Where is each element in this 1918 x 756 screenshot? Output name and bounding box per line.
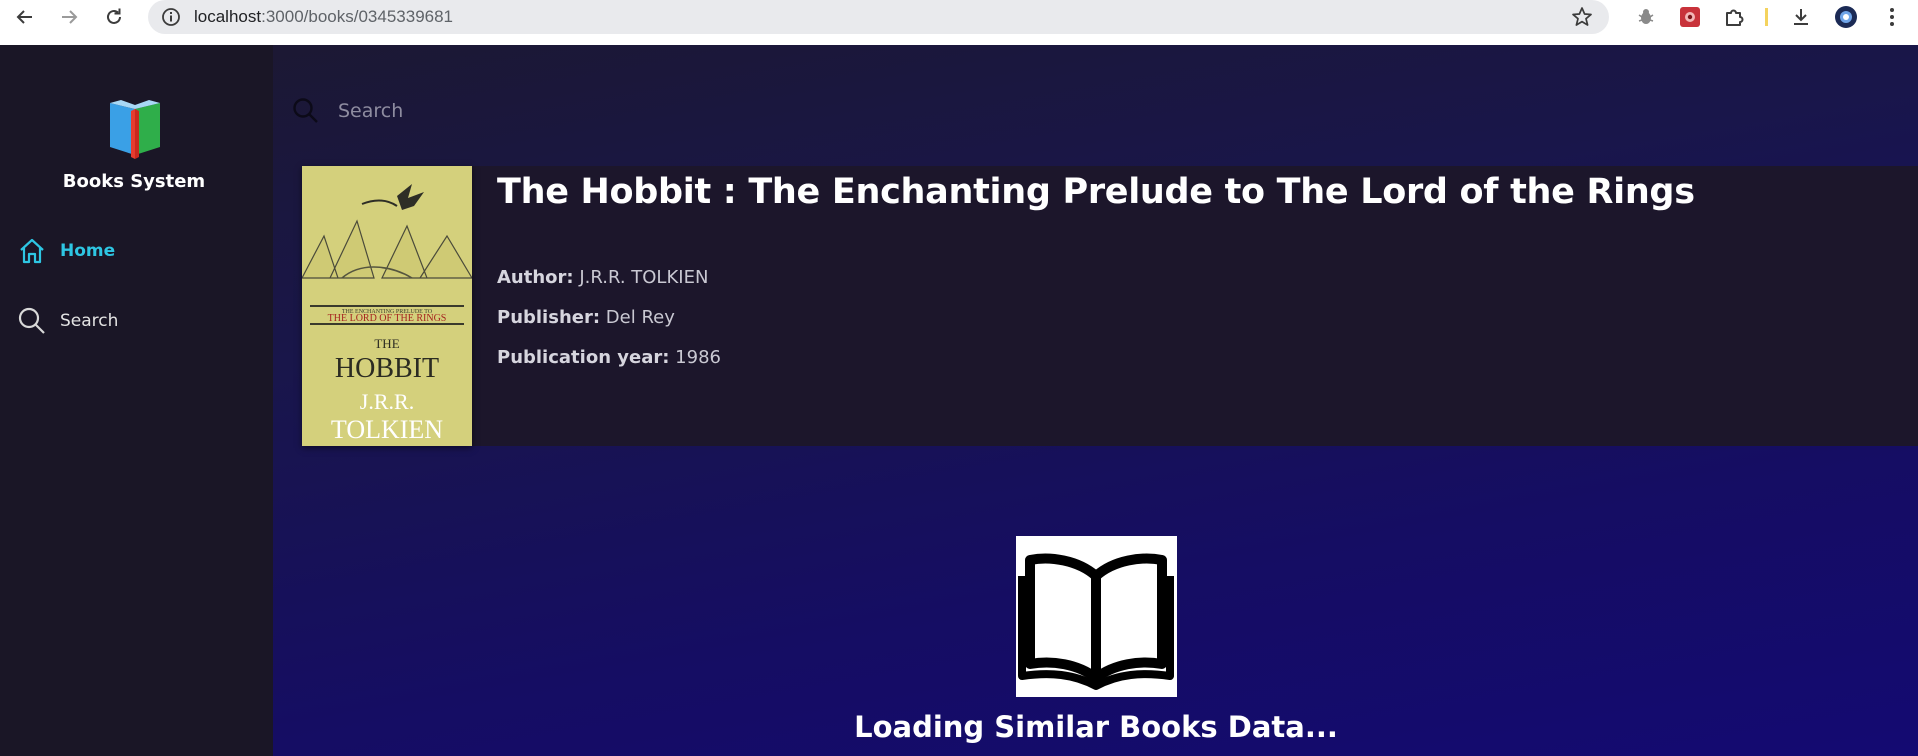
sidebar-item-label: Home (60, 241, 116, 261)
cover-banner: THE LORD OF THE RINGS (328, 313, 447, 324)
book-cover-illustration: THE ENCHANTING PRELUDE TO THE LORD OF TH… (302, 166, 472, 446)
url-host: localhost (194, 7, 262, 26)
address-bar[interactable]: localhost:3000/books/0345339681 (148, 0, 1609, 34)
year-label: Publication year: (497, 347, 670, 368)
menu-dots-icon[interactable] (1880, 5, 1904, 29)
star-icon[interactable] (1571, 6, 1593, 28)
books-logo (110, 100, 160, 159)
book-title: The Hobbit : The Enchanting Prelude to T… (497, 172, 1695, 212)
loading-text: Loading Similar Books Data... (854, 710, 1338, 744)
book-cover: THE ENCHANTING PRELUDE TO THE LORD OF TH… (302, 166, 472, 446)
loading-indicator (1016, 536, 1177, 697)
sidebar-item-home[interactable]: Home (17, 236, 115, 266)
sidebar: Books System Home Search (0, 45, 273, 756)
author-value: J.R.R. TOLKIEN (579, 267, 709, 288)
sidebar-item-search[interactable]: Search (17, 306, 118, 336)
info-icon[interactable] (161, 7, 181, 27)
cover-title-small: THE (374, 336, 399, 351)
author-label: Author: (497, 267, 574, 288)
browser-toolbar: localhost:3000/books/0345339681 (0, 0, 1918, 45)
publisher-value: Del Rey (605, 307, 675, 328)
arrow-right-icon (62, 10, 78, 24)
search-input[interactable] (338, 100, 738, 122)
forward-button[interactable] (49, 0, 89, 34)
arrow-left-icon (16, 10, 32, 24)
open-book-icon (1018, 553, 1174, 690)
sidebar-item-label: Search (60, 311, 119, 331)
back-button[interactable] (5, 0, 45, 34)
bug-extension-icon[interactable] (1634, 5, 1658, 29)
puzzle-icon[interactable] (1722, 5, 1746, 29)
red-extension-icon[interactable] (1678, 5, 1702, 29)
url-text[interactable]: localhost:3000/books/0345339681 (194, 7, 453, 27)
cover-author-line2: TOLKIEN (331, 415, 443, 444)
reload-icon (107, 8, 121, 24)
year-value: 1986 (675, 347, 721, 368)
publisher-label: Publisher: (497, 307, 601, 328)
reload-button[interactable] (94, 0, 134, 34)
divider (1765, 8, 1768, 26)
book-author: Author: J.R.R. TOLKIEN (497, 267, 708, 288)
profile-avatar[interactable] (1834, 5, 1858, 29)
search-bar[interactable] (292, 91, 792, 131)
book-publisher: Publisher: Del Rey (497, 307, 675, 328)
url-path: :3000/books/0345339681 (261, 7, 454, 26)
home-icon (20, 238, 44, 264)
cover-author-line1: J.R.R. (360, 389, 414, 414)
brand-name: Books System (62, 171, 206, 192)
app-page: Books System Home Search THE ENCHANTING … (0, 45, 1918, 756)
search-icon (18, 307, 45, 334)
search-icon (293, 98, 318, 123)
cover-title-big: HOBBIT (335, 353, 439, 384)
book-year: Publication year: 1986 (497, 347, 721, 368)
book-details: THE ENCHANTING PRELUDE TO THE LORD OF TH… (302, 166, 1918, 446)
download-icon[interactable] (1789, 5, 1813, 29)
